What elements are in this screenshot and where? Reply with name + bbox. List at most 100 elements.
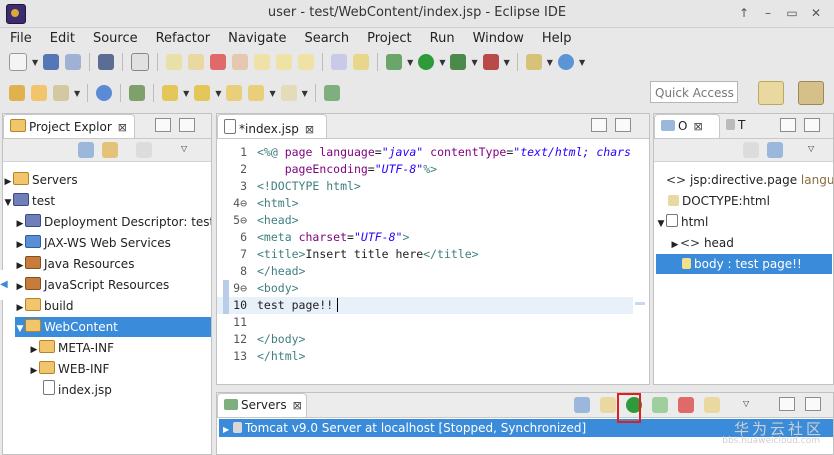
menu-refactor[interactable]: Refactor (146, 31, 219, 46)
brush-icon[interactable] (53, 85, 69, 101)
tab-project-explorer[interactable]: Project Explor ⊠ (3, 114, 135, 138)
sort-icon[interactable] (743, 142, 759, 158)
tree-item-jax-ws[interactable]: ▶ JAX-WS Web Services (15, 233, 171, 253)
tree-item-meta-inf[interactable]: ▶ META-INF (29, 338, 114, 358)
menu-edit[interactable]: Edit (40, 31, 83, 46)
minimize-editor-button[interactable] (591, 118, 607, 132)
debug-server-icon[interactable] (600, 397, 616, 413)
globe-icon[interactable] (96, 85, 113, 101)
minimize-view-button[interactable] (155, 118, 171, 132)
outline-item-directive[interactable]: <> jsp:directive.page languag (666, 170, 833, 190)
close-icon[interactable]: ⊠ (305, 123, 314, 136)
chevron-down-icon[interactable]: ▼ (547, 58, 553, 67)
menu-navigate[interactable]: Navigate (218, 31, 294, 46)
pin-editor-icon[interactable] (323, 85, 340, 101)
back-icon[interactable] (248, 85, 265, 101)
tree-item-webcontent[interactable]: ▼ WebContent (15, 317, 211, 337)
close-icon[interactable]: ⊠ (118, 121, 127, 134)
publish-icon[interactable] (704, 397, 720, 413)
tree-item-web-inf[interactable]: ▶ WEB-INF (29, 359, 109, 379)
new-java-project-icon[interactable] (525, 54, 542, 70)
code-editor[interactable]: 1 <%@ page language="java" contentType="t… (217, 144, 649, 384)
tasks-icon[interactable] (353, 54, 370, 70)
chevron-down-icon[interactable]: ▼ (32, 58, 38, 67)
outline-item-doctype[interactable]: DOCTYPE:html (668, 191, 770, 211)
open-perspective-icon[interactable] (758, 81, 784, 105)
step-into-icon[interactable] (254, 54, 271, 70)
tree-item-index-jsp[interactable]: index.jsp (43, 380, 112, 400)
minimize-button[interactable]: – (758, 4, 778, 22)
tree-item-deployment-descriptor[interactable]: ▶ Deployment Descriptor: test (15, 212, 211, 232)
link-editor-icon[interactable] (102, 142, 118, 158)
close-icon[interactable]: ⊠ (693, 120, 702, 133)
tab-servers[interactable]: Servers ⊠ (217, 393, 307, 417)
terminate-icon[interactable] (210, 54, 227, 70)
menu-search[interactable]: Search (294, 31, 357, 46)
menu-source[interactable]: Source (83, 31, 146, 46)
maximize-servers-button[interactable] (805, 397, 821, 411)
tree-item-test[interactable]: ▼ test (3, 191, 55, 211)
chevron-down-icon[interactable]: ▼ (471, 58, 477, 67)
open-folder-icon[interactable] (31, 85, 47, 101)
chevron-down-icon[interactable]: ▼ (504, 58, 510, 67)
view-menu-icon[interactable]: ▽ (743, 399, 749, 408)
tab-outline[interactable]: O ⊠ (654, 114, 720, 138)
collapse-all-icon[interactable] (767, 142, 783, 158)
resume-icon[interactable] (166, 54, 183, 70)
tree-item-servers[interactable]: ▶ Servers (3, 170, 78, 190)
terminal-icon[interactable] (98, 54, 115, 70)
chevron-down-icon[interactable]: ▼ (269, 89, 275, 98)
minimize-servers-button[interactable] (779, 397, 795, 411)
view-menu-icon[interactable]: ▽ (808, 144, 814, 153)
maximize-button[interactable]: ▭ (782, 4, 802, 22)
last-edit-icon[interactable] (226, 85, 243, 101)
collapse-all-icon[interactable] (574, 397, 590, 413)
view-menu-icon[interactable]: ▽ (181, 144, 187, 153)
tree-item-javascript-resources[interactable]: ▶ JavaScript Resources (15, 275, 169, 295)
outline-item-body[interactable]: body : test page!! (656, 254, 832, 274)
profile-server-icon[interactable] (652, 397, 668, 413)
chevron-down-icon[interactable]: ▼ (183, 89, 189, 98)
tab-index-jsp[interactable]: *index.jsp ⊠ (217, 114, 327, 138)
step-over-icon[interactable] (276, 54, 293, 70)
save-all-icon[interactable] (65, 54, 82, 70)
chevron-down-icon[interactable]: ▼ (215, 89, 221, 98)
open-project-icon[interactable] (9, 85, 25, 101)
outline-item-html[interactable]: ▼ html (656, 212, 708, 232)
java-ee-perspective-icon[interactable] (798, 81, 824, 105)
annotation-icon[interactable] (129, 85, 146, 101)
skip-breakpoints-icon[interactable] (131, 53, 150, 71)
step-return-icon[interactable] (298, 54, 315, 70)
menu-help[interactable]: Help (532, 31, 580, 46)
chevron-down-icon[interactable]: ▼ (302, 89, 308, 98)
collapse-all-icon[interactable] (78, 142, 94, 158)
outline-item-head[interactable]: ▶ <> head (670, 233, 734, 253)
new-icon[interactable] (9, 53, 27, 71)
disconnect-icon[interactable] (232, 54, 249, 70)
run-server-icon[interactable] (450, 54, 467, 70)
debug-icon[interactable] (386, 54, 403, 70)
chevron-down-icon[interactable]: ▼ (579, 58, 585, 67)
minimize-outline-button[interactable] (780, 118, 796, 132)
forward-icon[interactable] (280, 85, 297, 101)
previous-annotation-icon[interactable] (194, 85, 211, 101)
focus-icon[interactable] (136, 142, 152, 158)
chevron-down-icon[interactable]: ▼ (439, 58, 445, 67)
tree-item-java-resources[interactable]: ▶ Java Resources (15, 254, 134, 274)
suspend-icon[interactable] (188, 54, 205, 70)
maximize-editor-button[interactable] (615, 118, 631, 132)
menu-file[interactable]: File (0, 31, 40, 46)
close-button[interactable]: ✕ (806, 4, 826, 22)
pin-icon[interactable]: ↑ (734, 4, 754, 22)
maximize-view-button[interactable] (179, 118, 195, 132)
next-annotation-icon[interactable] (162, 85, 179, 101)
tab-task-list[interactable]: T (720, 114, 760, 138)
menu-window[interactable]: Window (463, 31, 532, 46)
quick-access-input[interactable]: Quick Access (650, 81, 738, 103)
chevron-down-icon[interactable]: ▼ (407, 58, 413, 67)
save-icon[interactable] (43, 54, 60, 70)
menu-run[interactable]: Run (420, 31, 463, 46)
new-web-project-icon[interactable] (557, 54, 574, 70)
maximize-outline-button[interactable] (804, 118, 820, 132)
chevron-down-icon[interactable]: ▼ (74, 89, 80, 98)
